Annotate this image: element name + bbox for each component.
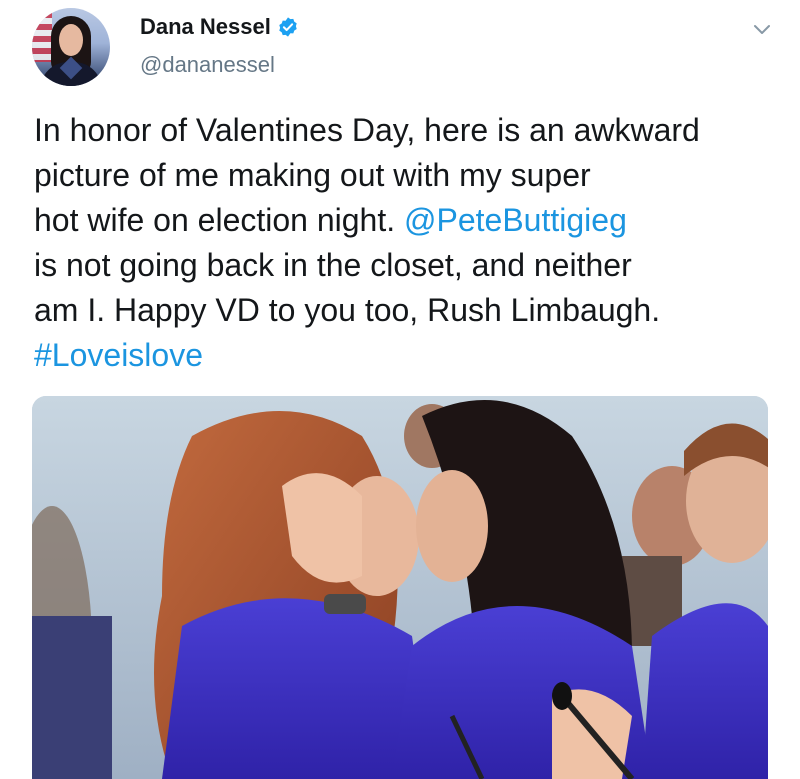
- author-name-row: Dana Nessel: [140, 14, 299, 40]
- tweet-text-line: picture of me making out with my super: [34, 153, 774, 198]
- tweet-text: In honor of Valentines Day, here is an a…: [34, 108, 774, 378]
- tweet-text-segment: is not going back in the closet, and nei…: [34, 247, 632, 283]
- tweet-text-line: is not going back in the closet, and nei…: [34, 243, 774, 288]
- tweet-text-segment: picture of me making out with my super: [34, 157, 591, 193]
- flag-shape: [32, 12, 52, 62]
- tweet-text-segment: am I. Happy VD to you too, Rush Limbaugh…: [34, 292, 661, 328]
- tweet-text-line: In honor of Valentines Day, here is an a…: [34, 108, 774, 153]
- hashtag-link[interactable]: #Loveislove: [34, 337, 203, 373]
- avatar-face: [59, 24, 83, 56]
- tweet-text-segment: In honor of Valentines Day, here is an a…: [34, 112, 700, 148]
- chevron-down-icon[interactable]: [752, 22, 772, 36]
- verified-badge-icon: [277, 16, 299, 38]
- avatar[interactable]: [32, 8, 110, 86]
- tweet-photo[interactable]: [32, 396, 768, 779]
- tweet-text-line: am I. Happy VD to you too, Rush Limbaugh…: [34, 288, 774, 333]
- author-display-name[interactable]: Dana Nessel: [140, 14, 271, 40]
- author-handle[interactable]: @dananessel: [140, 52, 275, 78]
- mention-link[interactable]: @PeteButtigieg: [404, 202, 627, 238]
- tweet: Dana Nessel @dananessel In honor of Vale…: [0, 0, 800, 779]
- tweet-text-line: hot wife on election night. @PeteButtigi…: [34, 198, 774, 243]
- tweet-text-line: #Loveislove: [34, 333, 774, 378]
- tweet-text-segment: hot wife on election night.: [34, 202, 405, 238]
